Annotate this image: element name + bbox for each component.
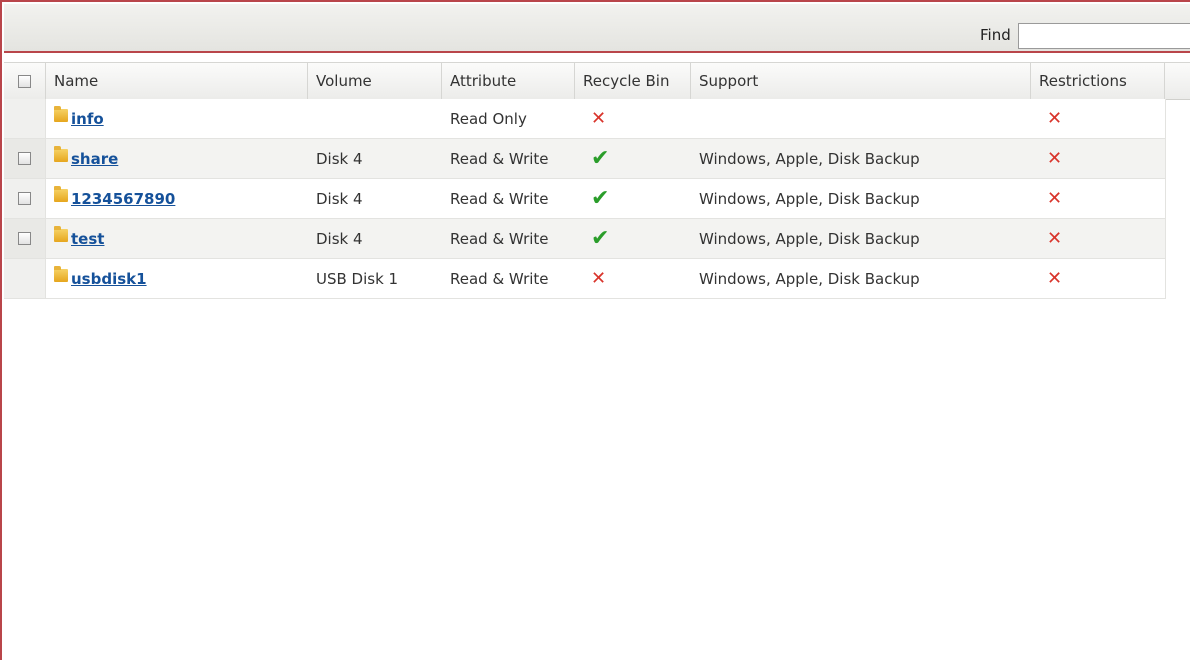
table-row[interactable]: 1234567890 Disk 4 Read & Write ✔ Windows, Ap… xyxy=(4,179,1166,219)
recycle-bin-cell: ✔ xyxy=(575,139,691,178)
table-row[interactable]: usbdisk1 USB Disk 1 Read & Write ✕ Windows, … xyxy=(4,259,1166,299)
folder-icon xyxy=(54,186,68,202)
cross-icon: ✕ xyxy=(591,108,607,129)
column-header-recycle-bin[interactable]: Recycle Bin xyxy=(575,63,691,99)
select-all-checkbox[interactable] xyxy=(18,74,31,88)
share-name-link[interactable]: test xyxy=(71,230,104,248)
row-select-cell xyxy=(4,219,46,258)
find-input[interactable] xyxy=(1018,23,1190,49)
folder-icon xyxy=(54,106,68,122)
folder-icon xyxy=(54,226,68,242)
restrictions-cell: ✕ xyxy=(1031,219,1165,258)
support-cell: Windows, Apple, Disk Backup xyxy=(699,229,920,248)
share-folder-panel: Find Name Volume Attribute Recycle Bin S… xyxy=(0,0,1190,660)
cross-icon: ✕ xyxy=(1047,228,1063,249)
cross-icon: ✕ xyxy=(1047,188,1063,209)
restrictions-cell: ✕ xyxy=(1031,179,1165,218)
name-cell: test xyxy=(46,219,308,258)
column-header-spacer xyxy=(1165,63,1190,99)
share-name-link[interactable]: 1234567890 xyxy=(71,190,175,208)
row-select-cell xyxy=(4,179,46,218)
restrictions-cell: ✕ xyxy=(1031,139,1165,178)
check-icon: ✔ xyxy=(591,146,610,171)
name-cell: 1234567890 xyxy=(46,179,308,218)
attribute-cell: Read & Write xyxy=(450,229,549,248)
table-row[interactable]: info Read Only ✕ ✕ xyxy=(4,99,1166,139)
name-cell: share xyxy=(46,139,308,178)
name-cell: info xyxy=(46,99,308,138)
volume-cell: Disk 4 xyxy=(316,229,363,248)
cross-icon: ✕ xyxy=(591,268,607,289)
name-cell: usbdisk1 xyxy=(46,259,308,298)
restrictions-cell: ✕ xyxy=(1031,259,1165,298)
grid-header: Name Volume Attribute Recycle Bin Suppor… xyxy=(4,62,1190,100)
table-row[interactable]: share Disk 4 Read & Write ✔ Windows, Apple, … xyxy=(4,139,1166,179)
row-select-cell xyxy=(4,259,46,298)
column-header-restrictions[interactable]: Restrictions xyxy=(1031,63,1165,99)
column-header-attribute[interactable]: Attribute xyxy=(442,63,575,99)
find-label: Find xyxy=(980,26,1011,44)
volume-cell: USB Disk 1 xyxy=(316,269,399,288)
recycle-bin-cell: ✕ xyxy=(575,259,691,298)
attribute-cell: Read & Write xyxy=(450,269,549,288)
share-name-link[interactable]: share xyxy=(71,150,118,168)
cross-icon: ✕ xyxy=(1047,108,1063,129)
table-row[interactable]: test Disk 4 Read & Write ✔ Windows, Apple, D… xyxy=(4,219,1166,259)
folder-icon xyxy=(54,146,68,162)
support-cell: Windows, Apple, Disk Backup xyxy=(699,189,920,208)
attribute-cell: Read Only xyxy=(450,109,527,128)
recycle-bin-cell: ✔ xyxy=(575,179,691,218)
grid-body: info Read Only ✕ ✕ share Disk 4 Read & Write ✔ W… xyxy=(4,99,1166,299)
row-select-cell xyxy=(4,139,46,178)
check-icon: ✔ xyxy=(591,226,610,251)
support-cell xyxy=(691,99,1031,138)
share-name-link[interactable]: info xyxy=(71,110,104,128)
restrictions-cell: ✕ xyxy=(1031,99,1165,138)
folder-icon xyxy=(54,266,68,282)
row-checkbox[interactable] xyxy=(18,232,31,245)
column-header-volume[interactable]: Volume xyxy=(308,63,442,99)
recycle-bin-cell: ✔ xyxy=(575,219,691,258)
row-checkbox[interactable] xyxy=(18,152,31,165)
support-cell: Windows, Apple, Disk Backup xyxy=(699,149,920,168)
support-cell: Windows, Apple, Disk Backup xyxy=(699,269,920,288)
attribute-cell: Read & Write xyxy=(450,189,549,208)
attribute-cell: Read & Write xyxy=(450,149,549,168)
check-icon: ✔ xyxy=(591,186,610,211)
cross-icon: ✕ xyxy=(1047,268,1063,289)
select-all-cell xyxy=(4,63,46,99)
volume-cell: Disk 4 xyxy=(316,189,363,208)
volume-cell xyxy=(308,99,442,138)
cross-icon: ✕ xyxy=(1047,148,1063,169)
volume-cell: Disk 4 xyxy=(316,149,363,168)
column-header-name[interactable]: Name xyxy=(46,63,308,99)
column-header-support[interactable]: Support xyxy=(691,63,1031,99)
recycle-bin-cell: ✕ xyxy=(575,99,691,138)
share-name-link[interactable]: usbdisk1 xyxy=(71,270,147,288)
toolbar: Find xyxy=(4,4,1190,53)
row-select-cell xyxy=(4,99,46,138)
row-checkbox[interactable] xyxy=(18,192,31,205)
